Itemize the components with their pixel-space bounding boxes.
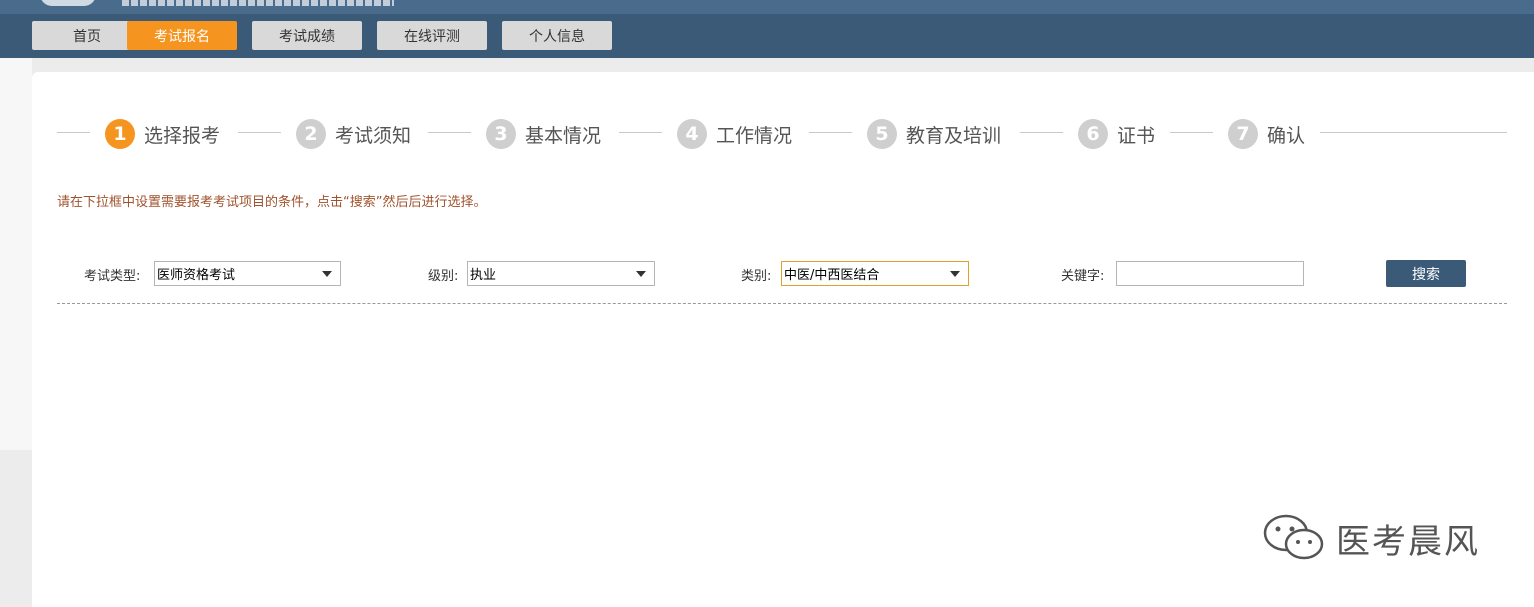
- step-3: 3 基本情况: [486, 119, 601, 149]
- step-label: 确认: [1267, 124, 1306, 147]
- step-connector: [428, 132, 471, 133]
- category-value: 中医/中西医结合: [784, 268, 880, 283]
- step-label: 选择报考: [144, 124, 221, 147]
- step-label: 证书: [1117, 124, 1156, 147]
- step-connector: [1320, 132, 1507, 133]
- header-subtitle-graphic: [122, 0, 394, 6]
- level-select[interactable]: 执业: [467, 261, 655, 286]
- step-number: 6: [1078, 119, 1108, 149]
- nav-personal-info[interactable]: 个人信息: [502, 21, 612, 50]
- category-label: 类别:: [741, 269, 772, 284]
- search-button[interactable]: 搜索: [1386, 260, 1466, 287]
- step-6: 6 证书: [1078, 119, 1155, 149]
- exam-type-value: 医师资格考试: [157, 268, 236, 283]
- wechat-icon: [1263, 514, 1324, 560]
- header-banner: [0, 0, 1534, 14]
- chevron-down-icon: [322, 271, 332, 277]
- step-2: 2 考试须知: [296, 119, 411, 149]
- step-1: 1 选择报考: [105, 119, 220, 149]
- exam-type-label: 考试类型:: [84, 269, 141, 284]
- keyword-input[interactable]: [1116, 261, 1304, 286]
- watermark: 医考晨风: [1262, 512, 1480, 564]
- step-connector: [619, 132, 662, 133]
- exam-type-select[interactable]: 医师资格考试: [154, 261, 341, 286]
- section-divider: [57, 303, 1507, 304]
- category-select[interactable]: 中医/中西医结合: [781, 261, 969, 286]
- nav-home[interactable]: 首页: [32, 21, 142, 50]
- nav-exam-scores[interactable]: 考试成绩: [252, 21, 362, 50]
- step-number: 1: [105, 119, 135, 149]
- step-connector: [57, 132, 90, 133]
- step-5: 5 教育及培训: [867, 119, 1001, 149]
- level-value: 执业: [470, 268, 497, 283]
- chevron-down-icon: [950, 271, 960, 277]
- step-number: 2: [296, 119, 326, 149]
- step-connector: [238, 132, 281, 133]
- background-left: [0, 58, 32, 450]
- step-label: 教育及培训: [906, 124, 1002, 147]
- nav-exam-registration[interactable]: 考试报名: [127, 21, 237, 50]
- step-7: 7 确认: [1228, 119, 1305, 149]
- step-number: 4: [677, 119, 707, 149]
- step-label: 考试须知: [335, 124, 412, 147]
- instruction-text: 请在下拉框中设置需要报考考试项目的条件，点击“搜索”然后后进行选择。: [57, 195, 487, 210]
- level-label: 级别:: [428, 269, 459, 284]
- step-connector: [1020, 132, 1063, 133]
- nav-online-assessment[interactable]: 在线评测: [377, 21, 487, 50]
- main-nav: 首页 考试报名 考试成绩 在线评测 个人信息: [0, 14, 1534, 58]
- step-label: 基本情况: [525, 124, 602, 147]
- step-number: 3: [486, 119, 516, 149]
- keyword-label: 关键字:: [1061, 269, 1105, 284]
- step-connector: [1170, 132, 1213, 133]
- step-number: 7: [1228, 119, 1258, 149]
- logo-icon: [40, 0, 96, 6]
- step-progress: 1 选择报考 2 考试须知 3 基本情况 4 工作情况 5 教育及培训 6 证书…: [57, 116, 1507, 150]
- step-number: 5: [867, 119, 897, 149]
- chevron-down-icon: [636, 271, 646, 277]
- watermark-text: 医考晨风: [1336, 521, 1480, 562]
- step-connector: [809, 132, 852, 133]
- step-4: 4 工作情况: [677, 119, 792, 149]
- step-label: 工作情况: [716, 124, 793, 147]
